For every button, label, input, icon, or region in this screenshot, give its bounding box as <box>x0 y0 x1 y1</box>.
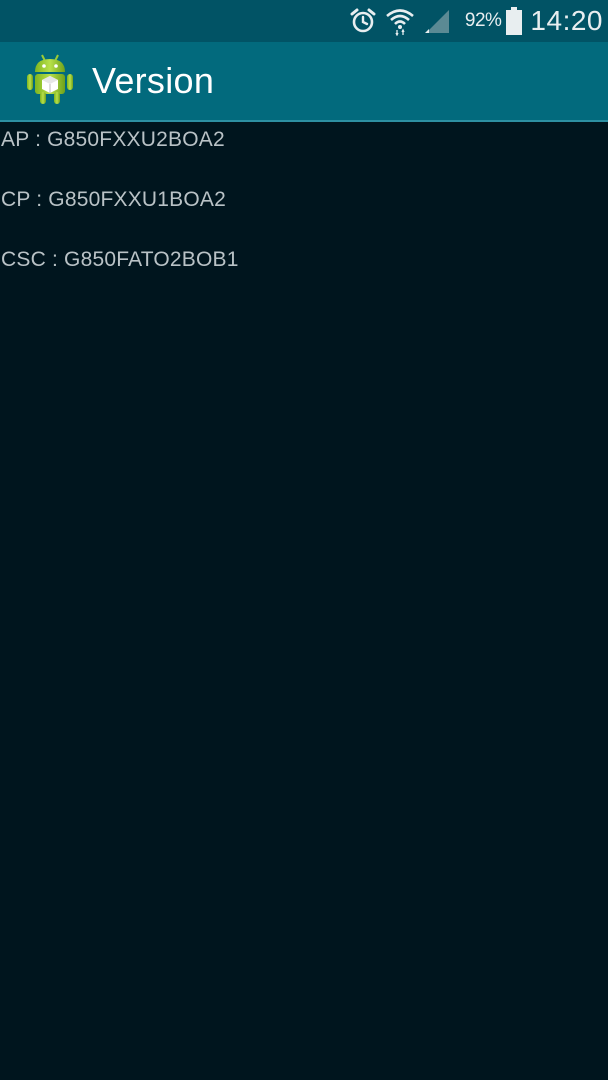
action-bar-divider <box>0 120 608 122</box>
status-bar: 92% 14:20 <box>0 0 608 42</box>
version-ap: AP : G850FXXU2BOA2 <box>1 128 225 151</box>
version-csc: CSC : G850FATO2BOB1 <box>1 248 239 271</box>
page-title: Version <box>92 60 215 101</box>
signal-icon <box>423 7 451 35</box>
battery-icon <box>505 6 523 36</box>
alarm-icon <box>349 7 377 35</box>
clock: 14:20 <box>530 5 603 36</box>
version-cp: CP : G850FXXU1BOA2 <box>1 188 226 211</box>
action-bar: Version <box>0 42 608 122</box>
battery-percent: 92% <box>464 10 502 31</box>
wifi-icon <box>385 6 415 36</box>
android-robot-icon[interactable] <box>25 52 75 111</box>
